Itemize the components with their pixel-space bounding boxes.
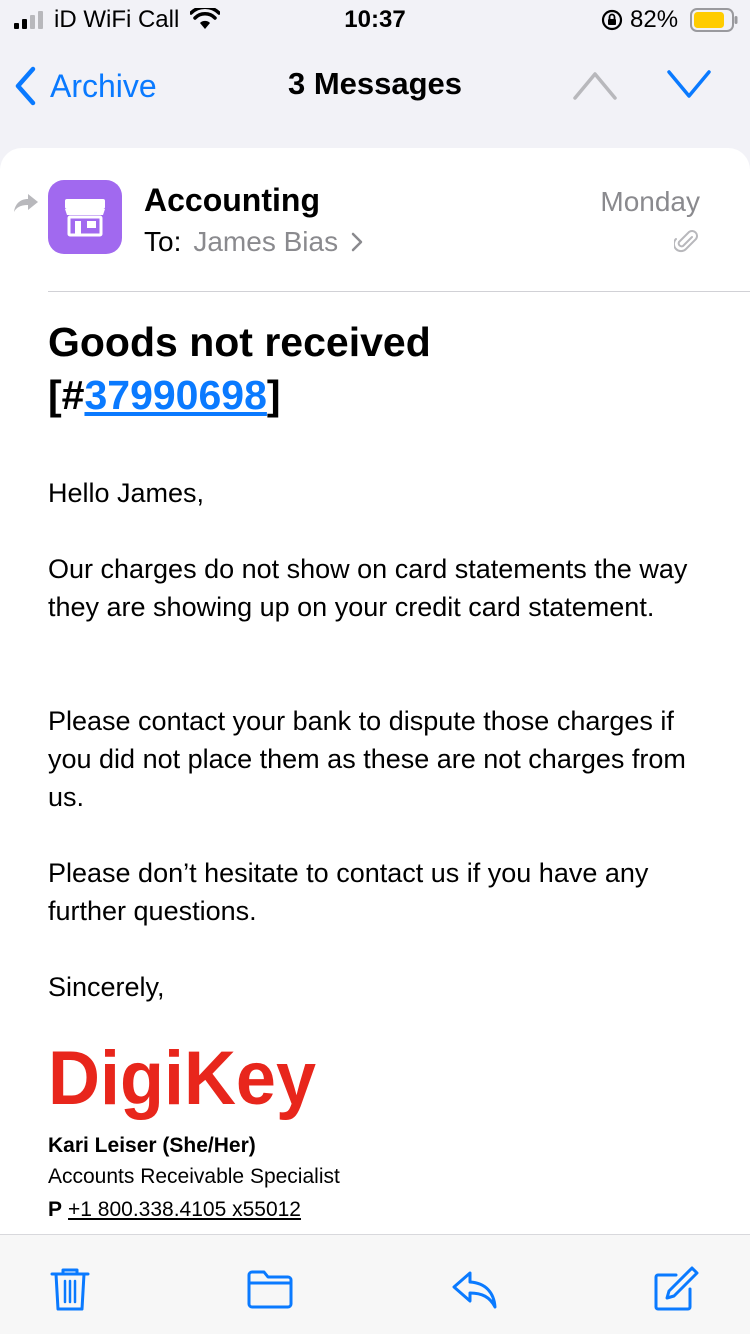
sender-name[interactable]: Accounting xyxy=(144,182,320,219)
subject-bracket-open: [# xyxy=(48,372,85,418)
phone-link[interactable]: +1 800.338.4105 x55012 xyxy=(68,1198,301,1221)
subject-text: Goods not received xyxy=(48,319,431,365)
navigation-bar: Archive 3 Messages xyxy=(0,40,750,140)
back-button[interactable]: Archive xyxy=(14,64,157,108)
bottom-toolbar xyxy=(0,1234,750,1334)
folder-icon[interactable] xyxy=(246,1265,294,1313)
battery-percent: 82% xyxy=(630,6,679,33)
next-message-button[interactable] xyxy=(666,68,712,102)
body-paragraph-3: Please don’t hesitate to contact us if y… xyxy=(48,858,649,926)
message-card: Accounting To: James Bias Monday Goods n… xyxy=(0,148,750,1234)
compose-icon[interactable] xyxy=(652,1265,700,1313)
signature-name: Kari Leiser (She/Her) xyxy=(48,1134,256,1157)
trash-icon[interactable] xyxy=(46,1265,94,1313)
recipient-line[interactable]: To: James Bias xyxy=(144,226,364,258)
reply-icon[interactable] xyxy=(450,1265,498,1313)
subject-bracket-close: ] xyxy=(266,372,281,418)
greeting: Hello James, xyxy=(48,478,205,508)
back-button-label: Archive xyxy=(50,67,157,104)
closing: Sincerely, xyxy=(48,972,165,1002)
rotation-lock-icon xyxy=(601,9,623,31)
to-label: To: xyxy=(144,226,182,257)
battery-icon xyxy=(690,8,738,32)
storefront-icon xyxy=(65,199,105,237)
header-divider xyxy=(48,291,750,292)
message-date: Monday xyxy=(600,186,700,217)
ticket-number-link[interactable]: 37990698 xyxy=(84,372,266,418)
body-paragraph-1: Our charges do not show on card statemen… xyxy=(48,554,688,622)
recipient-name: James Bias xyxy=(193,226,339,257)
signature-phone: P +1 800.338.4105 x55012 xyxy=(48,1198,301,1222)
body-paragraph-2: Please contact your bank to dispute thos… xyxy=(48,706,686,812)
message-subject: Goods not received [#37990698] xyxy=(48,316,708,422)
sender-avatar[interactable] xyxy=(48,180,122,254)
signature-title: Accounts Receivable Specialist xyxy=(48,1165,340,1188)
svg-text:DigiKey: DigiKey xyxy=(48,1040,316,1120)
chevron-right-icon xyxy=(351,232,363,252)
replied-indicator-icon xyxy=(14,194,38,212)
paperclip-icon xyxy=(674,230,698,253)
phone-label: P xyxy=(48,1198,63,1221)
chevron-left-icon xyxy=(15,66,36,106)
status-bar: iD WiFi Call 10:37 82% xyxy=(0,0,750,40)
previous-message-button[interactable] xyxy=(572,68,618,102)
digikey-logo: DigiKey xyxy=(48,1040,316,1120)
